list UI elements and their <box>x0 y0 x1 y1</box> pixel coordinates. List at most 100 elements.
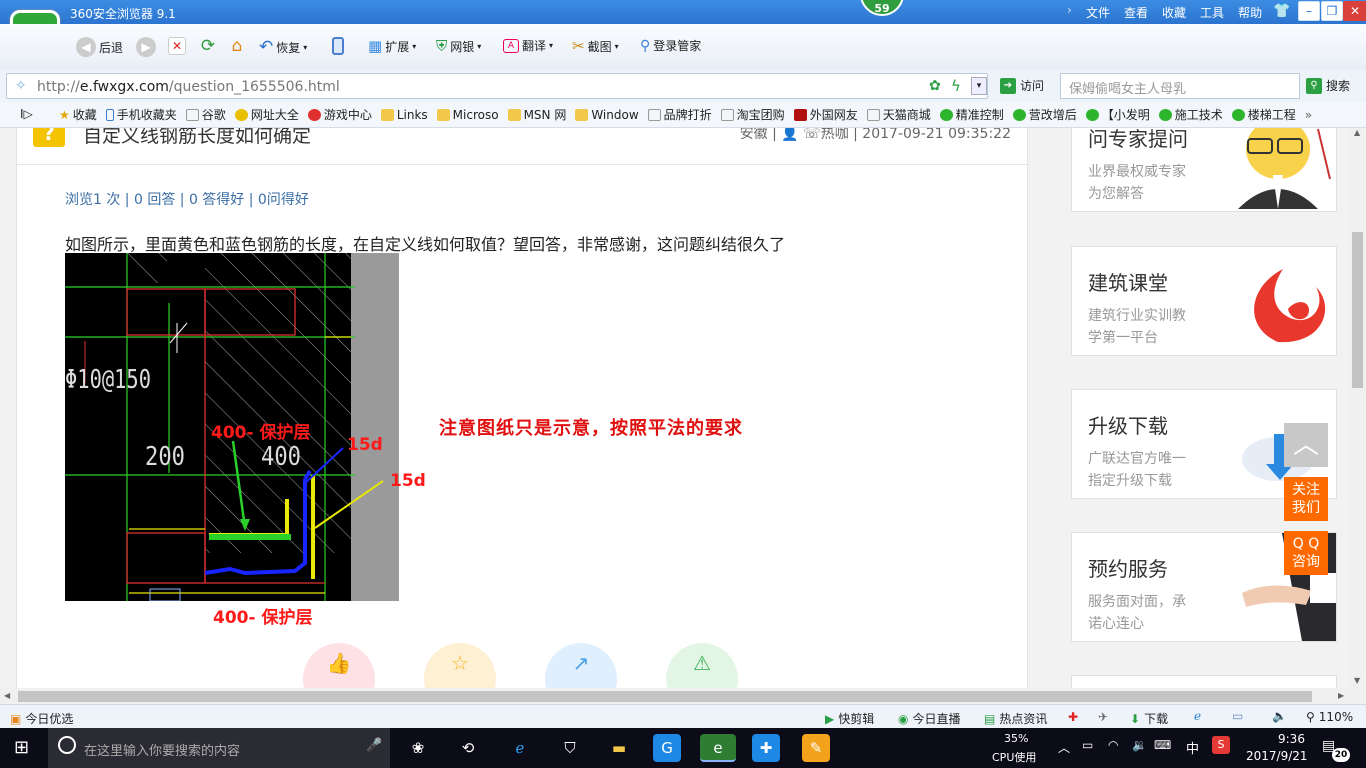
sogou-ime-icon[interactable]: S <box>1212 736 1230 754</box>
security-badge[interactable]: 59 <box>860 0 904 16</box>
tray-expand-icon[interactable]: ︿ <box>1058 739 1070 756</box>
report-button[interactable]: ⚠ <box>666 643 738 688</box>
fav-item[interactable]: 淘宝团购 <box>720 106 785 123</box>
bank-button[interactable]: ⛨ 网银 ▾ <box>436 37 481 55</box>
microphone-icon[interactable]: 🎤 <box>366 738 382 753</box>
taskbar-search[interactable]: 在这里输入你要搜索的内容 🎤 <box>48 728 390 768</box>
zoom-control[interactable]: ⚲ 110% <box>1306 710 1353 724</box>
status-item[interactable]: ⬇ 下载 <box>1130 710 1168 727</box>
app-swirl-icon[interactable]: ⟲ <box>454 734 482 762</box>
window-icon[interactable]: ▭ <box>1232 709 1243 723</box>
scroll-up-icon[interactable]: ▲ <box>1354 128 1360 137</box>
speaker-icon[interactable]: 🔈 <box>1272 709 1287 723</box>
qq-consult-button[interactable]: Q Q 咨询 <box>1284 531 1328 575</box>
fav-item[interactable]: 精准控制 <box>939 106 1004 123</box>
app-plus-icon[interactable]: ✚ <box>752 734 780 762</box>
status-item[interactable]: ▤ 热点资讯 <box>984 710 1047 727</box>
stop-button[interactable]: ✕ <box>168 37 186 55</box>
menu-view[interactable]: 查看 <box>1124 4 1148 21</box>
menu-help[interactable]: 帮助 <box>1238 4 1262 21</box>
question-stats[interactable]: 浏览1 次 | 0 回答 | 0 答得好 | 0问得好 <box>65 189 309 209</box>
more-favorites-icon[interactable]: » <box>1305 108 1312 122</box>
horizontal-scroll-thumb[interactable] <box>18 691 1312 702</box>
search-button[interactable]: ⚲ 搜索 <box>1306 77 1350 94</box>
like-button[interactable]: 👍 <box>303 643 375 688</box>
fav-item[interactable]: 品牌打折 <box>647 106 712 123</box>
edge-icon[interactable]: ℯ <box>506 734 534 762</box>
fav-item[interactable]: 施工技术 <box>1158 106 1223 123</box>
visit-button[interactable]: ➔ 访问 <box>1000 77 1044 94</box>
cad-drawing[interactable]: Φ10@150 200 400 400- 保护层 15d <box>65 253 399 601</box>
back-to-top-button[interactable]: ︿ <box>1284 423 1328 467</box>
clock-date[interactable]: 2017/9/21 <box>1246 749 1308 763</box>
chevron-right-icon[interactable]: › <box>1067 3 1072 17</box>
refresh-button[interactable]: ⟳ <box>199 37 217 55</box>
minimize-button[interactable]: – <box>1298 1 1320 21</box>
keyboard-icon[interactable]: ⌨ <box>1154 738 1171 752</box>
fav-item[interactable]: 外国网友 <box>793 106 858 123</box>
scroll-down-icon[interactable]: ▼ <box>1354 676 1360 685</box>
skin-shirt-icon[interactable]: 👕 <box>1273 3 1290 19</box>
extend-button[interactable]: ▦ 扩展 ▾ <box>368 37 416 55</box>
status-item[interactable]: ◉ 今日直播 <box>898 710 961 727</box>
fav-item[interactable]: 楼梯工程 <box>1231 106 1296 123</box>
favorite-button[interactable]: ☆ <box>424 643 496 688</box>
today-picks[interactable]: ▣ 今日优选 <box>10 710 73 727</box>
fav-item[interactable]: Microso <box>436 108 499 122</box>
fav-item[interactable]: 营改增后 <box>1012 106 1077 123</box>
taskview-icon[interactable]: ❀ <box>404 734 432 762</box>
follow-us-button[interactable]: 关注 我们 <box>1284 477 1328 521</box>
sidebar-card-more[interactable] <box>1071 675 1337 688</box>
notes-app-icon[interactable]: ✎ <box>802 734 830 762</box>
ie-icon[interactable]: ℯ <box>1194 709 1201 723</box>
pin-icon[interactable]: ✈ <box>1098 710 1108 724</box>
sidebar-card-expert[interactable]: 问专家提问 业界最权威专家 为您解答 <box>1071 128 1337 212</box>
menu-tools[interactable]: 工具 <box>1200 4 1224 21</box>
forward-button[interactable]: ▶ <box>136 37 156 57</box>
fav-item[interactable]: 手机收藏夹 <box>105 106 177 123</box>
volume-icon[interactable]: 🔉 <box>1132 738 1147 752</box>
wifi-icon[interactable]: ◠ <box>1108 738 1118 752</box>
address-bar[interactable]: ✧ http://e.fwxgx.com/question_1655506.ht… <box>6 73 988 99</box>
translate-button[interactable]: A 翻译 ▾ <box>503 37 553 54</box>
ime-indicator[interactable]: 中 <box>1186 738 1199 757</box>
browser-360-icon[interactable]: e <box>700 734 736 762</box>
login-manager-button[interactable]: ⚲ 登录管家 <box>640 37 701 54</box>
fav-item[interactable]: MSN 网 <box>507 106 566 123</box>
mobile-button[interactable] <box>332 37 344 55</box>
fav-item[interactable]: Links <box>380 108 428 122</box>
fav-item[interactable]: 【小发明 <box>1085 106 1150 123</box>
fav-item[interactable]: 网址大全 <box>234 106 299 123</box>
medical-icon[interactable]: ✚ <box>1068 710 1078 724</box>
app-g-icon[interactable]: G <box>653 734 681 762</box>
share-button[interactable]: ↗ <box>545 643 617 688</box>
status-item[interactable]: ▶ 快剪辑 <box>825 710 874 727</box>
scroll-right-icon[interactable]: ▶ <box>1338 691 1344 700</box>
fav-item[interactable]: 谷歌 <box>185 106 226 123</box>
speed-mode-icon[interactable]: ϟ <box>951 77 961 95</box>
url-dropdown-button[interactable]: ▾ <box>971 77 987 95</box>
sidebar-card-classroom[interactable]: 建筑课堂 建筑行业实训教 学第一平台 <box>1071 246 1337 356</box>
store-icon[interactable]: ⛉ <box>556 734 584 762</box>
back-button[interactable]: ◀ 后退 <box>76 37 123 57</box>
fav-item[interactable]: 游戏中心 <box>307 106 372 123</box>
vertical-scrollbar[interactable]: ▲ ▼ <box>1350 128 1366 688</box>
search-input[interactable]: 保姆偷喝女主人母乳 <box>1060 73 1300 99</box>
home-button[interactable]: ⌂ <box>228 37 246 55</box>
vertical-scroll-thumb[interactable] <box>1352 232 1363 388</box>
scroll-left-icon[interactable]: ◀ <box>4 691 10 700</box>
compat-mode-icon[interactable]: ✿ <box>929 78 941 94</box>
file-explorer-icon[interactable]: ▬ <box>605 734 633 762</box>
clock-time[interactable]: 9:36 <box>1278 732 1305 746</box>
screenshot-button[interactable]: ✂ 截图 ▾ <box>572 37 619 55</box>
battery-icon[interactable]: ▭ <box>1082 738 1093 752</box>
sidebar-toggle-icon[interactable]: I▷ <box>20 107 33 121</box>
restore-button[interactable]: ↶ 恢复 ▾ <box>259 37 307 57</box>
fav-item[interactable]: ★ 收藏 <box>59 106 97 123</box>
fav-item[interactable]: 天猫商城 <box>866 106 931 123</box>
close-button[interactable]: ✕ <box>1343 1 1366 21</box>
menu-file[interactable]: 文件 <box>1086 4 1110 21</box>
maximize-button[interactable]: ❐ <box>1321 1 1343 21</box>
windows-start-icon[interactable]: ⊞ <box>14 737 29 758</box>
menu-favorites[interactable]: 收藏 <box>1162 4 1186 21</box>
